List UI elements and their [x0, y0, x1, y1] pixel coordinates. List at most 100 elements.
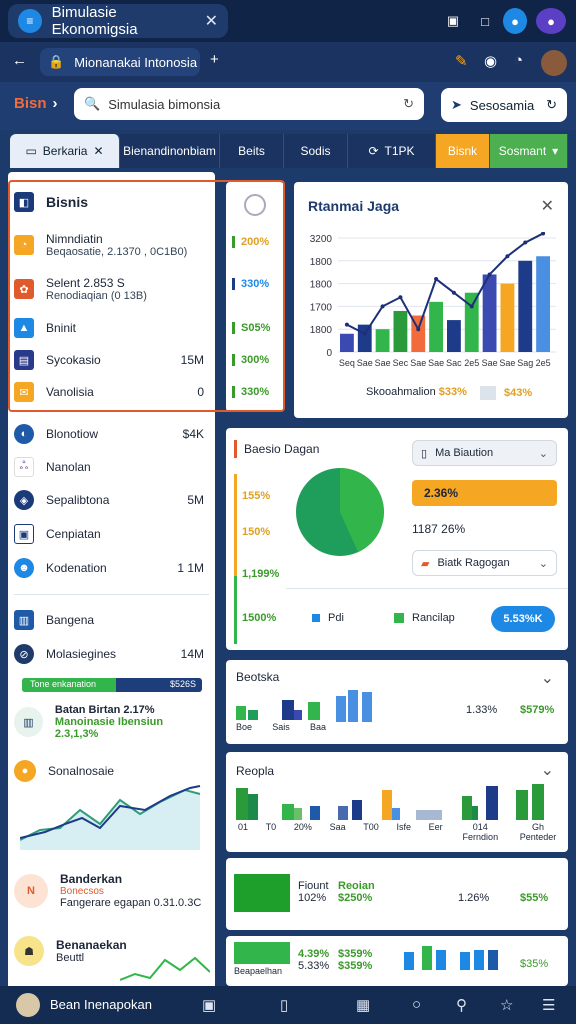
scan-icon[interactable]: ▣ — [202, 996, 216, 1014]
pie-title: Baesio Dagan — [244, 442, 320, 456]
row4-bars — [404, 946, 498, 970]
bar — [362, 692, 372, 722]
bar — [382, 790, 392, 820]
refresh-icon[interactable]: ↻ — [403, 96, 414, 112]
browser-tab[interactable]: ≡ Bimulasie Ekonomigsia ✕ — [8, 4, 228, 38]
tab-sodis[interactable]: Sodis — [284, 134, 348, 168]
tick-label: Isfe — [396, 822, 411, 832]
avatar[interactable] — [16, 993, 40, 1017]
tab-label: Berkaria — [42, 144, 88, 158]
bar — [340, 333, 354, 352]
url-field[interactable]: 🔒 Mionanakai Intonosia — [40, 48, 200, 76]
cast-icon[interactable]: ▣ — [442, 8, 464, 34]
tab-t1pk[interactable]: ⟳ T1PK — [348, 134, 436, 168]
sidebar-item-label: Sepalibtona — [46, 493, 110, 507]
menu-icon[interactable]: ☰ — [542, 996, 555, 1014]
calendar-icon[interactable]: ▦ — [356, 996, 370, 1014]
x-tick-label: Seq — [339, 358, 355, 368]
extension-icon[interactable]: ● — [536, 8, 566, 34]
sidebar-item-label: Blonotiow — [46, 427, 99, 441]
app-toolbar: Bisn › 🔍 Simulasia bimonsia ↻ ➤ Sesosamia… — [0, 82, 576, 130]
card-icon: ▭ — [25, 144, 37, 158]
tick-label: Baa — [309, 722, 326, 732]
sidebar-item-blonotiow[interactable]: ◐ Blonotiow $4K — [14, 424, 204, 444]
new-tab-icon[interactable]: + — [210, 51, 219, 68]
close-icon[interactable]: ✕ — [93, 144, 103, 158]
chevron-down-icon[interactable]: ⌄ — [541, 668, 554, 688]
dropdown-ragogan[interactable]: ▰ Biatk Ragogan ⌄ — [412, 550, 557, 576]
summary-block — [234, 942, 290, 964]
chevron-down-icon: ⌄ — [538, 447, 548, 460]
bar — [486, 786, 498, 820]
row4-panel: Beapaelhan 4.39% 5.33% $359% $359% $35% — [226, 936, 568, 986]
series-point — [505, 254, 510, 259]
search-icon[interactable]: ○ — [412, 996, 421, 1013]
sidebar-item-value: 5M — [187, 493, 204, 507]
notification-icon[interactable]: ◔ — [514, 52, 523, 69]
sidebar-item-label: Cenpiatan — [46, 527, 101, 541]
bar — [236, 706, 246, 720]
tab-berkaria[interactable]: ▭ Berkaria ✕ — [10, 134, 120, 168]
progress-bar: Tone enkanation $526S — [22, 678, 202, 692]
bar — [336, 696, 346, 722]
close-icon[interactable]: ✕ — [541, 196, 554, 216]
sidebar-card-banderkan[interactable]: N Banderkan Bonecsos Fangerare egapan 0.31.… — [14, 872, 204, 909]
bar — [310, 806, 320, 820]
book-icon[interactable]: ▯ — [280, 996, 288, 1014]
window-icon[interactable]: □ — [474, 8, 496, 34]
legend-label: Skooahmalion — [366, 386, 436, 398]
row3-label: Fiount — [298, 880, 329, 892]
value-button[interactable]: 5.53%K — [491, 606, 555, 632]
row4-label: $359% — [338, 960, 373, 972]
series-point — [523, 240, 528, 245]
doc-icon: ▯ — [421, 447, 428, 460]
legend-swatch — [480, 386, 496, 400]
zoom-icon[interactable]: ⚲ — [456, 996, 467, 1014]
divider — [286, 588, 568, 589]
tick-label: Gh Penteder — [519, 822, 557, 842]
breadcrumb[interactable]: Bisn › — [14, 95, 58, 112]
tick-label: 01 — [238, 822, 249, 832]
x-tick-label: Sag — [517, 358, 533, 368]
bar — [404, 952, 414, 970]
sidebar-item-nanolan[interactable]: ஃ Nanolan — [14, 457, 204, 477]
sidebar-card-batan[interactable]: ▥ Batan Birtan 2.17% Manoinasie Ibensiun 2… — [14, 704, 204, 740]
legend-value: $33% — [438, 386, 467, 398]
sidebar-card-sonalnosaie[interactable]: ● Sonalnosaie — [14, 760, 204, 782]
y-tick-label: 3200 — [310, 234, 333, 245]
sidebar-item-value: 14M — [180, 647, 204, 661]
tab-bisnk[interactable]: Bisnk — [436, 134, 490, 168]
sidebar-item-cenpiatan[interactable]: ▣ Cenpiatan — [14, 524, 204, 544]
pin-icon[interactable]: ✎ — [455, 52, 468, 70]
card-sub: Manoinasie Ibensiun 2.3,1,3% — [54, 716, 164, 740]
tab-close-icon[interactable]: ✕ — [205, 11, 218, 31]
sidebar-item-sepalibtona[interactable]: ◈ Sepalibtona 5M — [14, 490, 204, 510]
row3-label: Reoian — [338, 880, 375, 892]
profile-icon[interactable]: ● — [503, 8, 527, 34]
bar — [536, 256, 550, 352]
row3-value: 1.26% — [458, 892, 490, 904]
bar — [357, 324, 372, 352]
back-icon[interactable]: ← — [12, 52, 27, 69]
session-button[interactable]: ➤ Sesosamia ↻ — [441, 88, 567, 122]
avatar[interactable] — [541, 50, 567, 76]
sparkline-chart — [20, 785, 201, 850]
chevron-down-icon[interactable]: ⌄ — [541, 760, 554, 780]
bar — [392, 808, 400, 820]
highlight-value: 2.36% — [412, 480, 557, 506]
shield-icon[interactable]: ◉ — [484, 52, 497, 70]
tab-beits[interactable]: Beits — [220, 134, 284, 168]
sidebar-item-bangena[interactable]: ▥ Bangena — [14, 610, 204, 630]
bar — [282, 700, 294, 720]
sidebar-item-kodenation[interactable]: ☻ Kodenation 1 1M — [14, 558, 204, 578]
row3-left: Fiount 102% — [298, 880, 329, 904]
dropdown-bisation[interactable]: ▯ Ma Biaution ⌄ — [412, 440, 557, 466]
row3-value: $55% — [520, 892, 549, 904]
row1-panel: Beotska ⌄ Boe Sais Baa 1.33% $579% — [226, 660, 568, 744]
tab-sosmant[interactable]: Sosmant ▾ — [490, 134, 568, 168]
tab-bienandinonbiam[interactable]: Bienandinonbiam — [120, 134, 220, 168]
search-input[interactable]: 🔍 Simulasia bimonsia ↻ — [74, 88, 424, 120]
star-icon[interactable]: ☆ — [500, 996, 513, 1014]
sidebar-item-molasiegines[interactable]: ⊘ Molasiegines 14M — [14, 644, 204, 664]
bar — [472, 806, 478, 820]
